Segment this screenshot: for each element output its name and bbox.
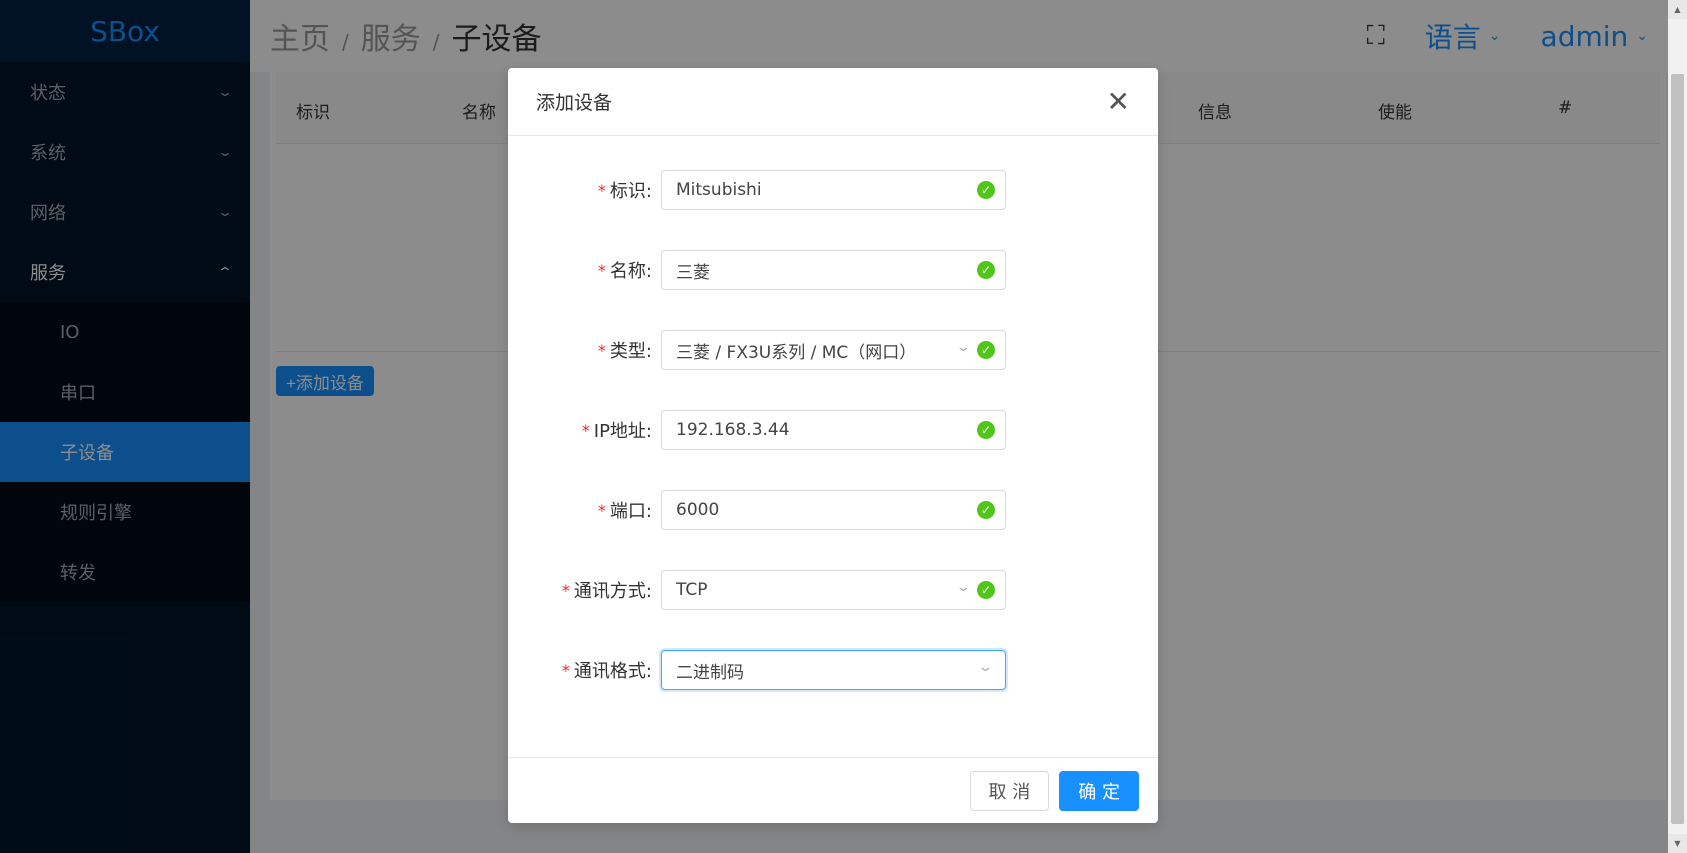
- chevron-down-icon: ⌄: [955, 340, 972, 355]
- check-circle-icon: ✓: [977, 501, 995, 519]
- port-input[interactable]: 6000 ✓: [661, 490, 1006, 530]
- modal-footer: 取 消 确 定: [508, 757, 1158, 823]
- chevron-down-icon: ⌄: [977, 660, 994, 675]
- scroll-up-arrow-icon[interactable]: ▲: [1668, 0, 1687, 19]
- format-select-value: 二进制码: [676, 662, 744, 683]
- field-label-port: * 端口:: [598, 490, 652, 530]
- add-device-form: * 标识: Mitsubishi ✓ * 名称: 三菱 ✓ * 类型: 三菱 /…: [508, 170, 1158, 730]
- port-input-value: 6000: [676, 500, 720, 520]
- page-scrollbar[interactable]: ▲ ▼: [1668, 0, 1687, 853]
- confirm-button[interactable]: 确 定: [1059, 770, 1139, 811]
- ip-address-input-value: 192.168.3.44: [676, 420, 790, 440]
- name-input-value: 三菱: [676, 262, 710, 283]
- name-input[interactable]: 三菱 ✓: [661, 250, 1006, 290]
- format-select[interactable]: 二进制码 ⌄: [661, 650, 1006, 690]
- scrollbar-thumb[interactable]: [1671, 74, 1684, 824]
- modal-header: 添加设备 ✕: [508, 68, 1158, 136]
- required-mark: *: [597, 500, 606, 520]
- check-circle-icon: ✓: [977, 261, 995, 279]
- field-label-text: 通讯格式:: [573, 661, 652, 682]
- field-label-ip: * IP地址:: [582, 410, 652, 450]
- check-circle-icon: ✓: [977, 181, 995, 199]
- close-icon[interactable]: ✕: [1107, 87, 1130, 116]
- required-mark: *: [597, 340, 606, 360]
- field-label-text: 类型:: [609, 341, 652, 362]
- form-row-format: * 通讯格式: 二进制码 ⌄: [508, 650, 1158, 690]
- modal-title: 添加设备: [536, 92, 613, 114]
- check-circle-icon: ✓: [977, 581, 995, 599]
- id-input[interactable]: Mitsubishi ✓: [661, 170, 1006, 210]
- chevron-down-icon: ⌄: [955, 580, 972, 595]
- type-cascader-value: 三菱 / FX3U系列 / MC（网口）: [676, 342, 917, 363]
- field-label-text: IP地址:: [593, 421, 652, 442]
- cancel-button[interactable]: 取 消: [969, 770, 1050, 811]
- id-input-value: Mitsubishi: [676, 180, 762, 200]
- field-label-protocol: * 通讯方式:: [562, 570, 652, 610]
- form-row-ip: * IP地址: 192.168.3.44 ✓: [508, 410, 1158, 450]
- protocol-select-value: TCP: [676, 580, 708, 600]
- required-mark: *: [597, 180, 606, 200]
- add-device-modal: 添加设备 ✕ * 标识: Mitsubishi ✓ * 名称: 三菱 ✓ * 类…: [508, 68, 1158, 823]
- field-label-text: 名称:: [609, 261, 652, 282]
- field-label-text: 通讯方式:: [573, 581, 652, 602]
- ip-address-input[interactable]: 192.168.3.44 ✓: [661, 410, 1006, 450]
- required-mark: *: [561, 580, 570, 600]
- protocol-select[interactable]: TCP ⌄ ✓: [661, 570, 1006, 610]
- required-mark: *: [561, 660, 570, 680]
- field-label-name: * 名称:: [598, 250, 652, 290]
- form-row-port: * 端口: 6000 ✓: [508, 490, 1158, 530]
- form-row-type: * 类型: 三菱 / FX3U系列 / MC（网口） ⌄ ✓: [508, 330, 1158, 370]
- field-label-text: 端口:: [609, 501, 652, 522]
- required-mark: *: [581, 420, 590, 440]
- form-row-id: * 标识: Mitsubishi ✓: [508, 170, 1158, 210]
- form-row-protocol: * 通讯方式: TCP ⌄ ✓: [508, 570, 1158, 610]
- scroll-down-arrow-icon[interactable]: ▼: [1668, 834, 1687, 853]
- field-label-text: 标识:: [609, 181, 652, 202]
- type-cascader[interactable]: 三菱 / FX3U系列 / MC（网口） ⌄ ✓: [661, 330, 1006, 370]
- field-label-type: * 类型:: [598, 330, 652, 370]
- check-circle-icon: ✓: [977, 341, 995, 359]
- check-circle-icon: ✓: [977, 421, 995, 439]
- field-label-id: * 标识:: [598, 170, 652, 210]
- field-label-format: * 通讯格式:: [562, 650, 652, 690]
- form-row-name: * 名称: 三菱 ✓: [508, 250, 1158, 290]
- required-mark: *: [597, 260, 606, 280]
